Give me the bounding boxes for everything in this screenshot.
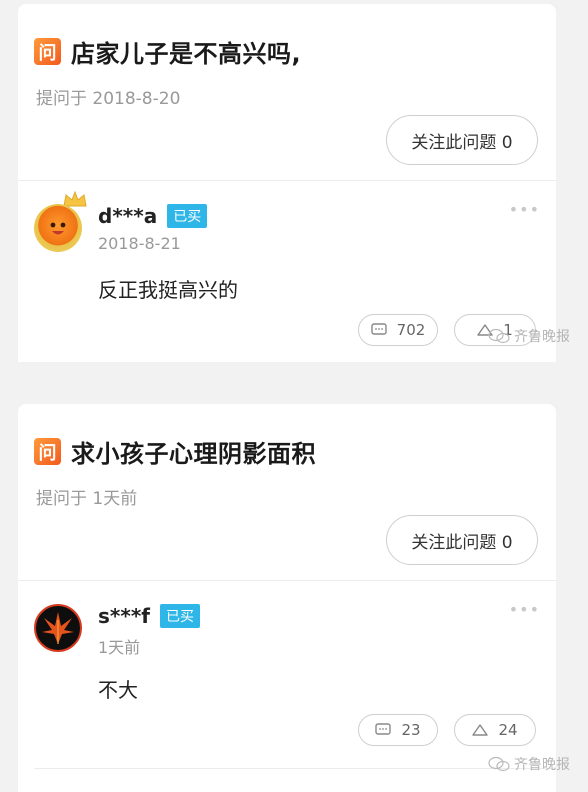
question-card: 问 求小孩子心理阴影面积 提问于 1天前 关注此问题 0 s***f 已买 ••… [18,404,556,792]
comment-count: 702 [396,321,426,339]
like-count: 24 [498,721,518,739]
leaf-avatar-icon [42,612,74,644]
watermark-text: 齐鲁晚报 [514,757,570,773]
divider [34,768,556,769]
divider [18,180,556,181]
comment-icon [375,723,392,735]
answer-username[interactable]: d***a [98,204,157,228]
bought-badge: 已买 [167,204,208,228]
answer-text: 反正我挺高兴的 [98,278,238,302]
wechat-icon [488,328,510,344]
answer-date: 1天前 [98,638,141,657]
watermark: 齐鲁晚报 [488,754,570,774]
watermark: 齐鲁晚报 [488,326,570,346]
comment-count: 23 [401,721,421,739]
question-title: 求小孩子心理阴影面积 [71,440,316,468]
divider [18,580,556,581]
comment-button[interactable]: 702 [358,314,438,346]
question-header: 问 店家儿子是不高兴吗, [34,34,301,69]
avatar-face-icon [50,222,66,235]
wechat-icon [488,756,510,772]
more-icon[interactable]: ••• [509,200,540,219]
answer-user-row: d***a 已买 [98,204,208,228]
follow-question-button[interactable]: 关注此问题 0 [386,515,538,565]
follow-question-button[interactable]: 关注此问题 0 [386,115,538,165]
avatar[interactable] [34,604,82,652]
question-card: 问 店家儿子是不高兴吗, 提问于 2018-8-20 关注此问题 0 d***a… [18,4,556,362]
answer-user-row: s***f 已买 [98,604,200,628]
answer-date: 2018-8-21 [98,234,181,253]
question-badge-icon: 问 [34,438,61,465]
comment-icon [370,323,387,335]
like-button[interactable]: 24 [454,714,536,746]
question-title: 店家儿子是不高兴吗, [71,40,302,68]
answer-username[interactable]: s***f [98,604,150,628]
bought-badge: 已买 [159,604,200,628]
answer-text: 不大 [98,678,138,702]
like-icon [472,724,489,736]
question-header: 问 求小孩子心理阴影面积 [34,434,316,469]
question-asked-date: 提问于 2018-8-20 [36,89,181,109]
avatar[interactable] [34,204,82,252]
question-asked-date: 提问于 1天前 [36,489,138,509]
question-badge-icon: 问 [34,38,61,65]
more-icon[interactable]: ••• [509,600,540,619]
watermark-text: 齐鲁晚报 [514,329,570,345]
comment-button[interactable]: 23 [358,714,438,746]
